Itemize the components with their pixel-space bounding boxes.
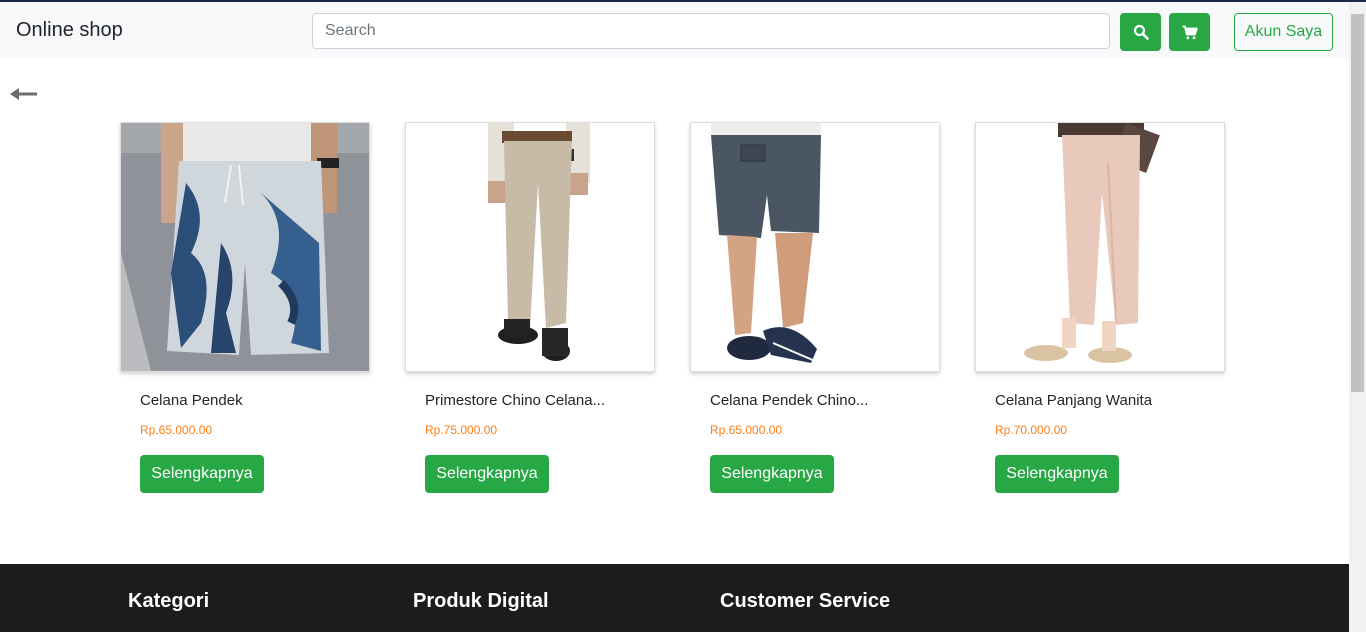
footer-heading-produk-digital: Produk Digital xyxy=(413,590,549,612)
cart-button[interactable] xyxy=(1169,13,1210,51)
product-image[interactable] xyxy=(690,122,940,372)
search-input[interactable] xyxy=(312,13,1110,49)
product-card: Celana Panjang Wanita Rp.70.000.00 Selen… xyxy=(975,122,1225,493)
product-card: Celana Pendek Rp.65.000.00 Selengkapnya xyxy=(120,122,370,493)
product-price: Rp.70.000.00 xyxy=(995,423,1068,437)
cart-icon xyxy=(1182,25,1198,39)
product-image[interactable] xyxy=(405,122,655,372)
product-price: Rp.75.000.00 xyxy=(425,423,498,437)
product-image[interactable] xyxy=(975,122,1225,372)
details-button[interactable]: Selengkapnya xyxy=(710,455,834,493)
footer: Kategori Produk Digital Customer Service xyxy=(0,564,1349,632)
search-button[interactable] xyxy=(1120,13,1161,51)
product-title[interactable]: Celana Pendek xyxy=(140,392,360,409)
brand-link[interactable]: Online shop xyxy=(16,19,123,42)
scrollbar-thumb[interactable] xyxy=(1351,14,1364,392)
footer-heading-kategori: Kategori xyxy=(128,590,210,612)
details-button[interactable]: Selengkapnya xyxy=(995,455,1119,493)
back-arrow-icon[interactable] xyxy=(10,84,38,104)
product-card: Primestore Chino Celana... Rp.75.000.00 … xyxy=(405,122,655,493)
product-title[interactable]: Primestore Chino Celana... xyxy=(425,392,645,409)
product-card: Celana Pendek Chino... Rp.65.000.00 Sele… xyxy=(690,122,940,493)
scrollbar[interactable] xyxy=(1349,2,1366,632)
details-button[interactable]: Selengkapnya xyxy=(425,455,549,493)
account-button[interactable]: Akun Saya xyxy=(1234,13,1333,51)
product-image[interactable] xyxy=(120,122,370,372)
details-button[interactable]: Selengkapnya xyxy=(140,455,264,493)
search-icon xyxy=(1133,24,1149,40)
footer-heading-customer-service: Customer Service xyxy=(720,590,891,612)
product-price: Rp.65.000.00 xyxy=(140,423,213,437)
navbar: Online shop Akun Saya xyxy=(0,2,1349,58)
product-title[interactable]: Celana Pendek Chino... xyxy=(710,392,930,409)
product-title[interactable]: Celana Panjang Wanita xyxy=(995,392,1215,409)
product-price: Rp.65.000.00 xyxy=(710,423,783,437)
